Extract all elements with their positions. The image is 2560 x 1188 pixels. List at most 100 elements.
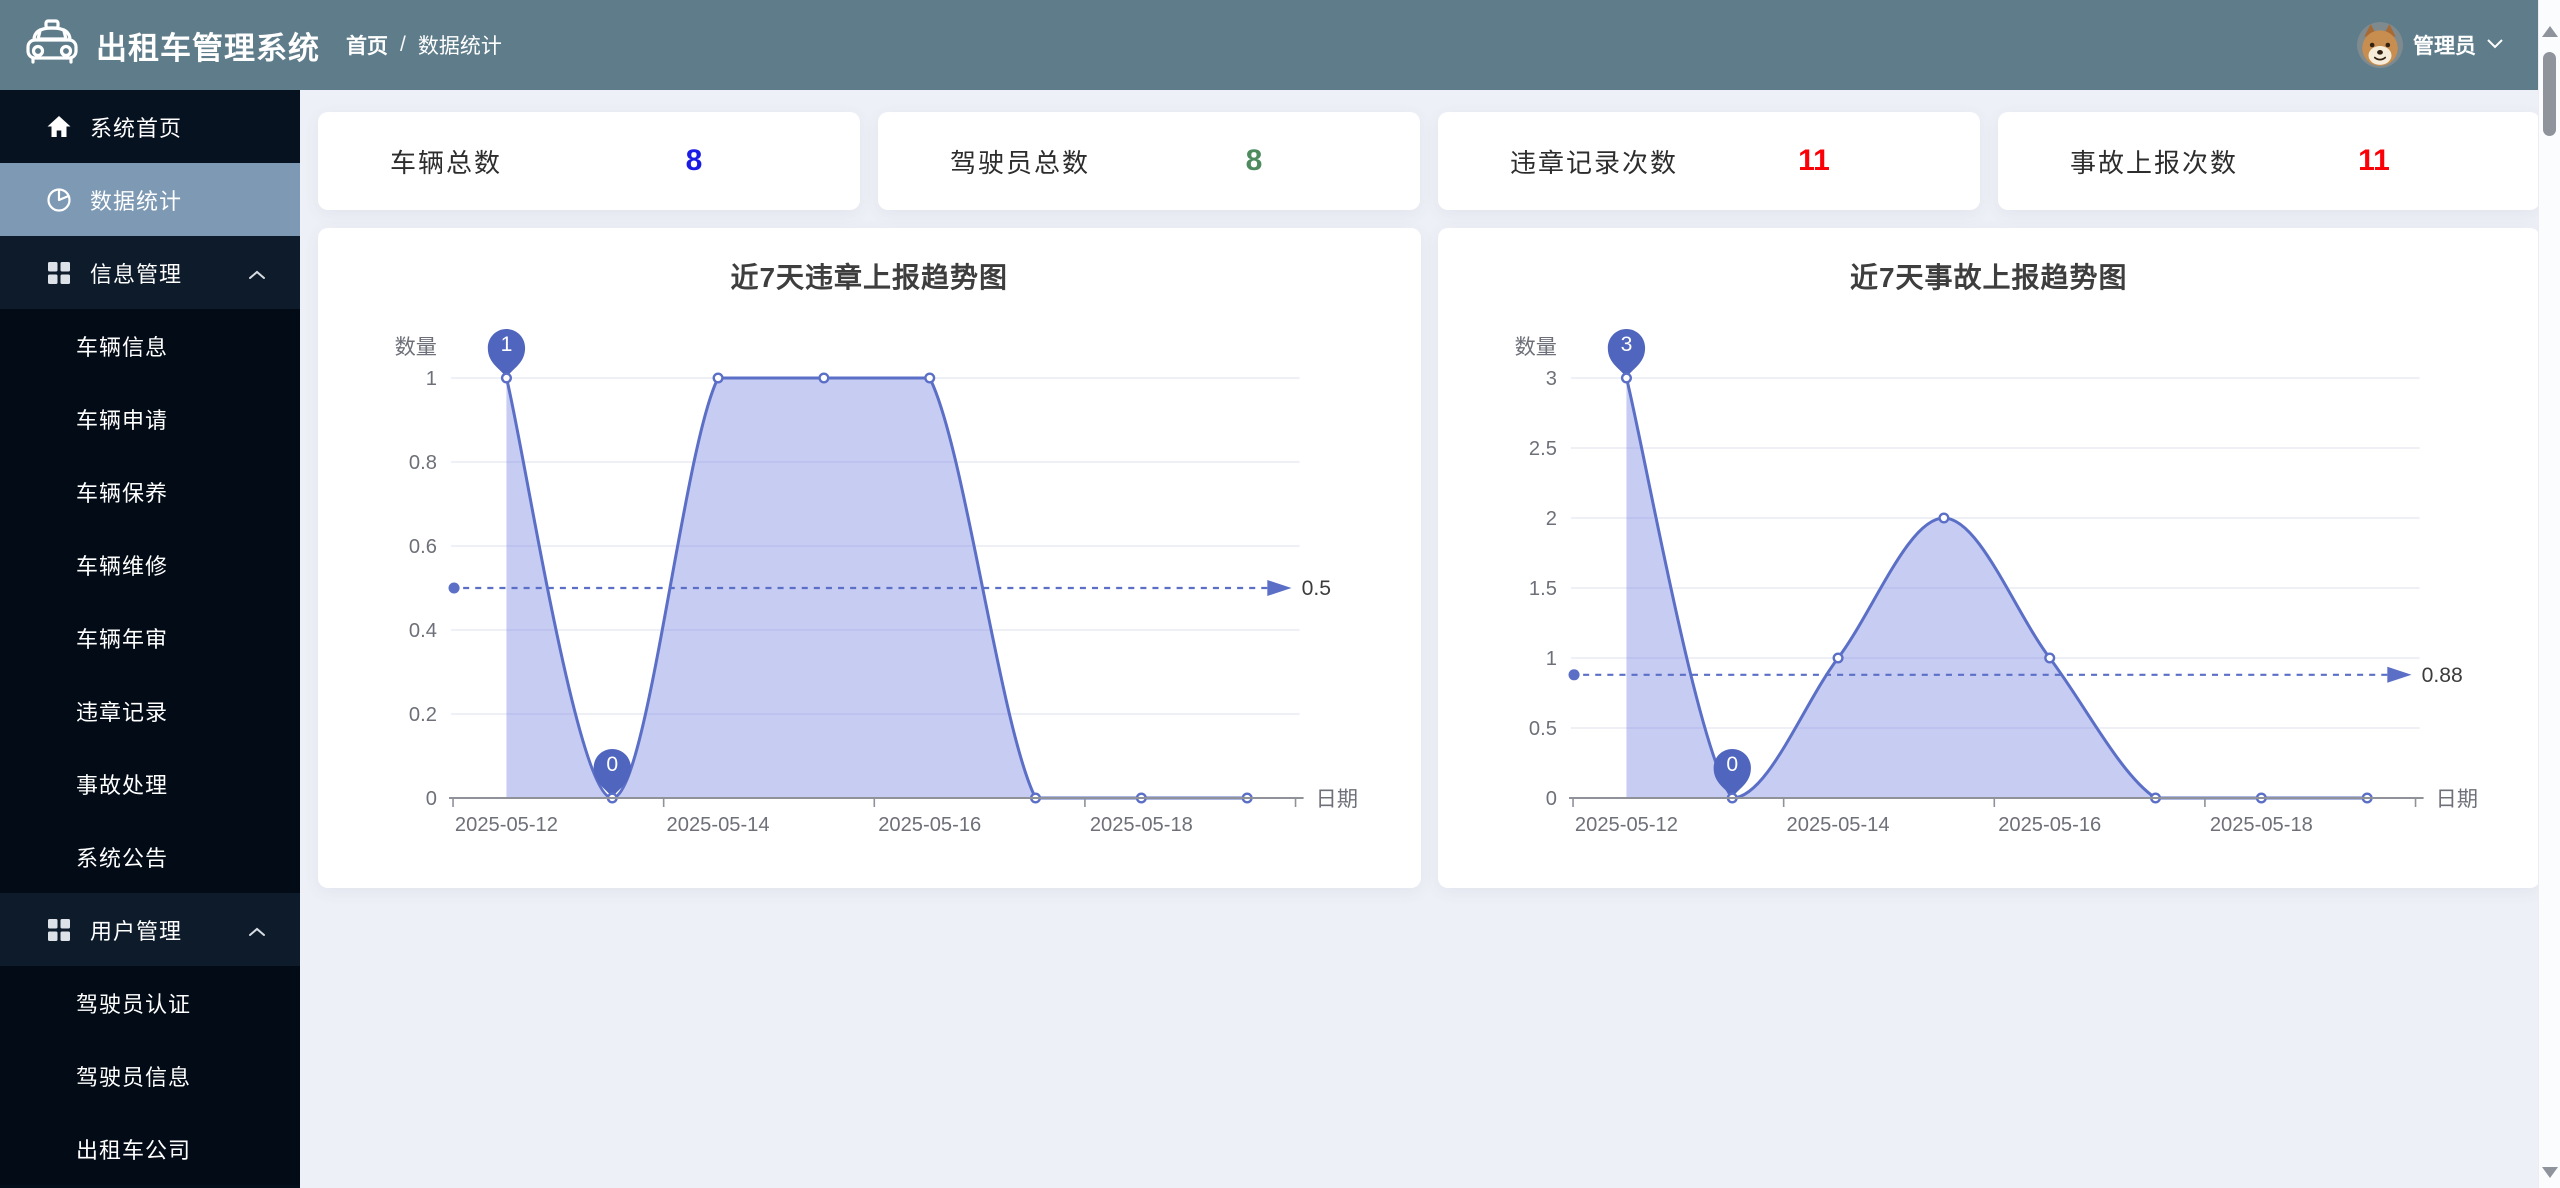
sidebar-item-taxi-company[interactable]: 出租车公司 <box>0 1112 300 1185</box>
svg-text:2025-05-16: 2025-05-16 <box>1998 814 2101 836</box>
svg-text:日期: 日期 <box>2435 788 2477 811</box>
avatar[interactable] <box>2357 22 2403 68</box>
grid-icon <box>46 917 72 943</box>
user-menu[interactable]: 管理员 <box>2357 22 2504 68</box>
stat-value: 8 <box>656 144 732 178</box>
svg-text:0.88: 0.88 <box>2421 664 2462 687</box>
stats-row: 车辆总数 8 驾驶员总数 8 违章记录次数 11 事故上报次数11 <box>318 112 2540 210</box>
point-badge: 1 <box>488 329 525 378</box>
sidebar-item-label: 车辆维修 <box>76 549 168 581</box>
stat-value: 11 <box>1776 144 1852 178</box>
page-scrollbar[interactable] <box>2538 0 2560 1188</box>
sidebar-item-violation-records[interactable]: 违章记录 <box>0 674 300 747</box>
svg-text:0.4: 0.4 <box>409 620 437 642</box>
sidebar-item-label: 驾驶员信息 <box>76 1060 191 1092</box>
accident-trend-chart: 近7天事故上报趋势图0.883000.511.522.532025-05-122… <box>1438 228 2541 888</box>
grid-icon <box>46 260 72 286</box>
svg-text:2: 2 <box>1545 508 1556 530</box>
chart-canvas: 0.51000.20.40.60.812025-05-122025-05-142… <box>318 228 1421 888</box>
sidebar-item-accident-handling[interactable]: 事故处理 <box>0 747 300 820</box>
svg-text:1: 1 <box>501 333 513 356</box>
svg-text:2025-05-12: 2025-05-12 <box>1574 814 1677 836</box>
sidebar: 系统首页数据统计信息管理车辆信息车辆申请车辆保养车辆维修车辆年审违章记录事故处理… <box>0 90 300 1188</box>
svg-text:0: 0 <box>426 788 437 810</box>
sidebar-item-vehicle-maintenance[interactable]: 车辆保养 <box>0 455 300 528</box>
svg-text:2.5: 2.5 <box>1528 438 1556 460</box>
stat-card-violation-count: 违章记录次数 11 <box>1438 112 1980 210</box>
svg-text:数量: 数量 <box>1514 335 1556 359</box>
stat-value: 8 <box>1216 144 1292 178</box>
taxi-logo-icon <box>24 18 80 73</box>
sidebar-item-system-home[interactable]: 系统首页 <box>0 90 300 163</box>
svg-text:3: 3 <box>1545 368 1556 390</box>
sidebar-item-label: 违章记录 <box>76 695 168 727</box>
svg-text:数量: 数量 <box>395 335 437 359</box>
breadcrumb-home-link[interactable]: 首页 <box>346 30 388 60</box>
sidebar-item-data-statistics[interactable]: 数据统计 <box>0 163 300 236</box>
sidebar-item-driver-certification[interactable]: 驾驶员认证 <box>0 966 300 1039</box>
sidebar-item-label: 车辆年审 <box>76 622 168 654</box>
stat-card-vehicle-total: 车辆总数 8 <box>318 112 860 210</box>
sidebar-item-info-management[interactable]: 信息管理 <box>0 236 300 309</box>
breadcrumb-separator: / <box>400 33 406 57</box>
chevron-up-icon <box>248 917 266 943</box>
chart-canvas: 0.883000.511.522.532025-05-122025-05-142… <box>1438 228 2541 888</box>
svg-text:2025-05-14: 2025-05-14 <box>667 814 770 836</box>
sidebar-item-label: 车辆申请 <box>76 403 168 435</box>
svg-text:2025-05-18: 2025-05-18 <box>2209 814 2312 836</box>
svg-text:0.2: 0.2 <box>409 704 437 726</box>
stat-card-driver-total: 驾驶员总数 8 <box>878 112 1420 210</box>
sidebar-item-label: 车辆保养 <box>76 476 168 508</box>
user-name: 管理员 <box>2413 30 2476 60</box>
sidebar-item-label: 驾驶员认证 <box>76 987 191 1019</box>
stat-label: 违章记录次数 <box>1510 143 1678 180</box>
stat-label: 事故上报次数 <box>2070 143 2238 180</box>
sidebar-item-label: 数据统计 <box>90 184 182 216</box>
scrollbar-thumb[interactable] <box>2543 52 2556 136</box>
sidebar-item-label: 系统首页 <box>90 111 182 143</box>
app-header: 出租车管理系统 首页 / 数据统计 管理员 <box>0 0 2560 90</box>
svg-text:1.5: 1.5 <box>1528 578 1556 600</box>
sidebar-item-vehicle-repair[interactable]: 车辆维修 <box>0 528 300 601</box>
svg-text:2025-05-16: 2025-05-16 <box>878 814 981 836</box>
sidebar-item-label: 系统公告 <box>76 841 168 873</box>
svg-text:2025-05-12: 2025-05-12 <box>455 814 558 836</box>
svg-text:0: 0 <box>606 753 618 776</box>
svg-text:2025-05-18: 2025-05-18 <box>1090 814 1193 836</box>
charts-row: 近7天违章上报趋势图0.51000.20.40.60.812025-05-122… <box>318 228 2540 888</box>
main-content: 车辆总数8驾驶员总数8违章记录次数11事故上报次数11 近7天违章上报趋势图0.… <box>300 90 2560 1188</box>
svg-text:1: 1 <box>1545 648 1556 670</box>
pie-icon <box>46 187 72 213</box>
sidebar-item-vehicle-application[interactable]: 车辆申请 <box>0 382 300 455</box>
svg-text:3: 3 <box>1620 333 1632 356</box>
stat-card-accident-count: 事故上报次数11 <box>1998 112 2540 210</box>
sidebar-item-label: 车辆信息 <box>76 330 168 362</box>
chevron-down-icon <box>2486 36 2504 54</box>
breadcrumb: 首页 / 数据统计 <box>346 30 502 60</box>
stat-label: 车辆总数 <box>390 143 502 180</box>
violation-trend-chart: 近7天违章上报趋势图0.51000.20.40.60.812025-05-122… <box>318 228 1421 888</box>
svg-text:0.8: 0.8 <box>409 452 437 474</box>
point-badge: 3 <box>1607 329 1644 378</box>
svg-text:0: 0 <box>1545 788 1556 810</box>
chevron-up-icon <box>248 260 266 286</box>
sidebar-item-label: 事故处理 <box>76 768 168 800</box>
sidebar-item-vehicle-annual-review[interactable]: 车辆年审 <box>0 601 300 674</box>
sidebar-item-label: 信息管理 <box>90 257 182 289</box>
scroll-down-arrow-icon[interactable] <box>2542 1167 2558 1178</box>
svg-text:0.5: 0.5 <box>1528 718 1556 740</box>
page-title: 出租车管理系统 <box>96 23 320 68</box>
sidebar-item-user-management[interactable]: 用户管理 <box>0 893 300 966</box>
svg-text:2025-05-14: 2025-05-14 <box>1786 814 1889 836</box>
scroll-up-arrow-icon[interactable] <box>2542 26 2558 37</box>
sidebar-item-driver-info[interactable]: 驾驶员信息 <box>0 1039 300 1112</box>
breadcrumb-current: 数据统计 <box>418 30 502 60</box>
stat-label: 驾驶员总数 <box>950 143 1090 180</box>
sidebar-item-vehicle-info[interactable]: 车辆信息 <box>0 309 300 382</box>
svg-text:0.6: 0.6 <box>409 536 437 558</box>
sidebar-item-label: 出租车公司 <box>76 1133 191 1165</box>
svg-text:日期: 日期 <box>1316 788 1358 811</box>
home-icon <box>46 114 72 140</box>
sidebar-item-label: 用户管理 <box>90 914 182 946</box>
sidebar-item-system-announcement[interactable]: 系统公告 <box>0 820 300 893</box>
